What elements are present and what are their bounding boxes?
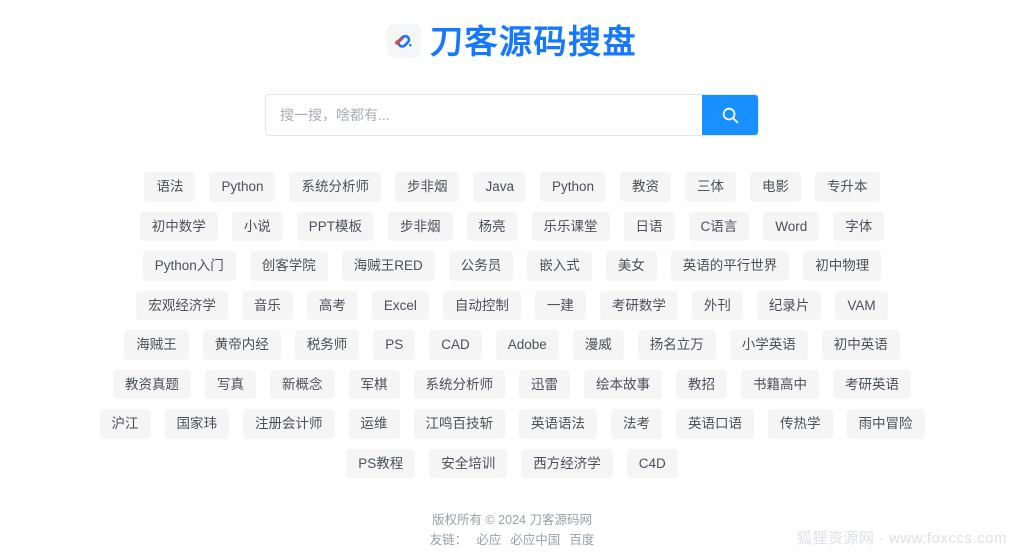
tag-item[interactable]: Word	[763, 211, 820, 241]
tag-item[interactable]: Adobe	[495, 330, 559, 360]
watermark: 狐狸资源网 · www.foxccs.com	[796, 530, 1007, 547]
tag-item[interactable]: 传热学	[768, 409, 833, 439]
tag-item[interactable]: 一建	[534, 290, 586, 320]
tag-item[interactable]: 迅雷	[519, 369, 570, 399]
tag-item[interactable]: 三体	[685, 172, 737, 202]
tag-row: 宏观经济学 音乐 高考 Excel 自动控制 一建 考研数学 外刊 纪录片 VAM	[136, 290, 888, 320]
search-input[interactable]	[266, 95, 702, 135]
tag-item[interactable]: 纪录片	[756, 290, 822, 320]
tag-item[interactable]: PPT模板	[296, 211, 374, 241]
tag-item[interactable]: 字体	[833, 211, 885, 241]
tag-item[interactable]: CAD	[429, 330, 482, 360]
tag-item[interactable]: VAM	[835, 290, 888, 320]
tag-item[interactable]: 高考	[306, 290, 358, 320]
page-root: 刀客源码搜盘 语法Python系统分析师步非烟JavaPython教资三体电影专…	[0, 0, 1024, 558]
tag-item[interactable]: 系统分析师	[413, 369, 505, 399]
tag-item[interactable]: 英语语法	[519, 409, 597, 439]
tag-item[interactable]: 创客学院	[249, 251, 328, 281]
tag-item[interactable]: 绘本故事	[584, 369, 662, 399]
friend-link[interactable]: 必应中国	[510, 531, 560, 550]
tag-item[interactable]: 西方经济学	[521, 448, 613, 478]
tag-row: 语法 Python 系统分析师 步非烟 Java Python 教资 三体 电影 专升本	[144, 172, 880, 202]
link-chain-icon	[387, 24, 421, 58]
tag-item[interactable]: 教资	[620, 172, 672, 202]
tag-item[interactable]: 教资真题	[113, 369, 191, 399]
tag-item[interactable]: 自动控制	[442, 290, 521, 320]
tag-item[interactable]: 沪江	[99, 409, 151, 439]
copyright-text: 版权所有 © 2024 刀客源码网	[432, 513, 592, 527]
friend-links: 友链： 必应 必应中国 百度	[430, 531, 595, 550]
tag-item[interactable]: 宏观经济学	[136, 290, 228, 320]
tag-item[interactable]: 杨亮	[466, 211, 518, 241]
tag-item[interactable]: 安全培训	[429, 448, 508, 478]
site-header: 刀客源码搜盘	[387, 17, 637, 65]
tag-item[interactable]: 专升本	[815, 172, 880, 202]
tag-item[interactable]: 初中英语	[821, 330, 900, 360]
tag-item[interactable]: 教招	[676, 369, 727, 399]
site-title: 刀客源码搜盘	[430, 22, 637, 60]
tag-item[interactable]: 海贼王	[124, 330, 189, 360]
search-icon	[721, 106, 740, 125]
search-button[interactable]	[702, 95, 758, 135]
tag-item[interactable]: 考研数学	[599, 290, 678, 320]
tag-item[interactable]: PS教程	[346, 448, 416, 478]
tag-item[interactable]: 音乐	[241, 290, 293, 320]
search-bar[interactable]	[265, 94, 759, 136]
tag-item[interactable]: PS	[373, 330, 416, 360]
friend-link[interactable]: 百度	[569, 531, 594, 550]
tag-item[interactable]: 海贼王RED	[341, 251, 435, 281]
tag-item[interactable]: 漫威	[572, 330, 624, 360]
tag-item[interactable]: 英语口语	[676, 409, 754, 439]
tag-item[interactable]: Java	[473, 172, 527, 202]
tag-row: Python入门 创客学院 海贼王RED 公务员 嵌入式 美女 英语的平行世界 初中物理	[142, 251, 882, 281]
site-footer: 版权所有 © 2024 刀客源码网 友链： 必应 必应中国 百度	[430, 511, 595, 550]
tag-item[interactable]: 军棋	[348, 369, 400, 399]
tag-row: PS教程 安全培训 西方经济学 C4D	[346, 448, 678, 478]
tag-item[interactable]: 税务师	[294, 330, 360, 360]
tag-item[interactable]: Python	[209, 172, 276, 202]
tag-item[interactable]: 新概念	[270, 369, 335, 399]
hot-tag-cloud: 语法 Python 系统分析师 步非烟 Java Python 教资 三体 电影 专升本 初中数学…	[72, 172, 952, 478]
tag-item[interactable]: 书籍高中	[741, 369, 819, 399]
tag-item[interactable]: Excel	[371, 290, 429, 320]
tag-row: 海贼王 黄帝内经 税务师 PS CAD Adobe 漫威 扬名立万 小学英语 初中英语	[124, 330, 900, 360]
tag-row: 沪江 国家玮 注册会计师 运维 江鸣百技斩 英语语法 法考 英语口语 传热学 雨中冒险	[99, 409, 925, 439]
tag-row: 教资真题 写真 新概念 军棋 系统分析师 迅雷 绘本故事 教招 书籍高中 考研英语	[113, 369, 911, 399]
tag-item[interactable]: 步非烟	[388, 211, 453, 241]
tag-item[interactable]: 写真	[205, 369, 256, 399]
tag-row: 初中数学 小说 PPT模板 步非烟 杨亮 乐乐课堂 日语 C语言 Word 字体	[139, 211, 885, 241]
tag-item[interactable]: 英语的平行世界	[670, 251, 790, 281]
tag-item[interactable]: 雨中冒险	[846, 409, 925, 439]
tag-item[interactable]: 嵌入式	[527, 251, 592, 281]
tag-item[interactable]: 电影	[750, 172, 802, 202]
tag-item[interactable]: 公务员	[448, 251, 514, 281]
tag-item[interactable]: 初中数学	[139, 211, 218, 241]
tag-item[interactable]: 小说	[231, 211, 283, 241]
friend-link[interactable]: 必应	[476, 531, 501, 550]
tag-item[interactable]: 日语	[623, 211, 675, 241]
tag-item[interactable]: 国家玮	[164, 409, 229, 439]
tag-item[interactable]: 法考	[611, 409, 662, 439]
tag-item[interactable]: 系统分析师	[289, 172, 381, 202]
tag-item[interactable]: 外刊	[691, 290, 743, 320]
tag-item[interactable]: 黄帝内经	[202, 330, 281, 360]
tag-item[interactable]: Python入门	[142, 251, 236, 281]
tag-item[interactable]: C4D	[626, 448, 678, 478]
tag-item[interactable]: Python	[540, 172, 607, 202]
tag-item[interactable]: 扬名立万	[637, 330, 716, 360]
tag-item[interactable]: 注册会计师	[243, 409, 335, 439]
tag-item[interactable]: 美女	[605, 251, 657, 281]
tag-item[interactable]: 乐乐课堂	[531, 211, 610, 241]
tag-item[interactable]: 小学英语	[729, 330, 808, 360]
tag-item[interactable]: 江鸣百技斩	[413, 409, 505, 439]
tag-item[interactable]: 初中物理	[803, 251, 882, 281]
tag-item[interactable]: 步非烟	[394, 172, 460, 202]
tag-item[interactable]: C语言	[688, 211, 750, 241]
tag-item[interactable]: 语法	[144, 172, 196, 202]
tag-item[interactable]: 运维	[348, 409, 400, 439]
tag-item[interactable]: 考研英语	[833, 369, 911, 399]
friend-links-label: 友链：	[429, 533, 468, 547]
